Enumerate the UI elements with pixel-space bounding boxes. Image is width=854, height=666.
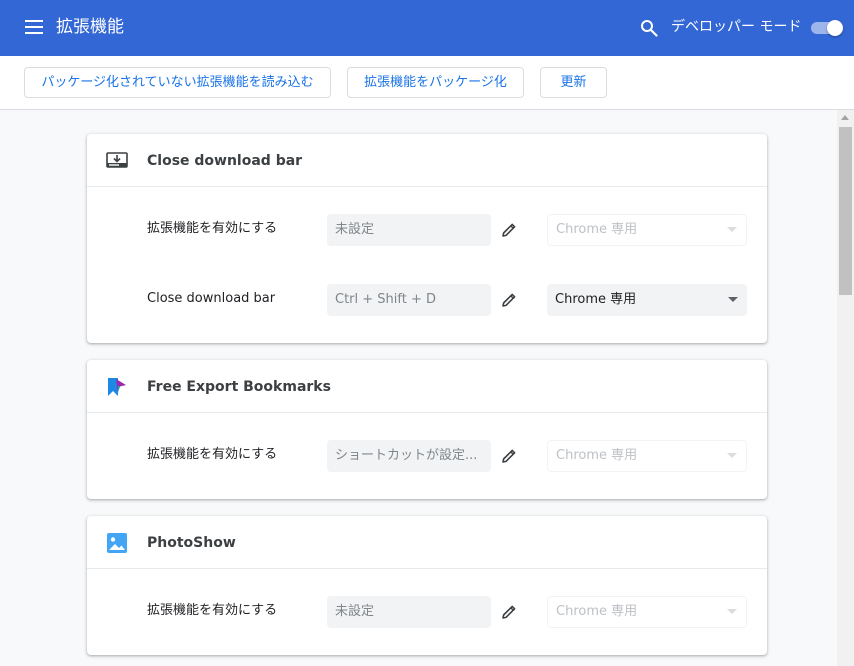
search-icon[interactable] [640, 19, 658, 37]
scope-value: Chrome 専用 [556, 448, 638, 463]
pack-extension-button[interactable]: 拡張機能をパッケージ化 [347, 67, 524, 98]
app-header: 拡張機能 デベロッパー モード [0, 0, 854, 56]
scope-select[interactable]: Chrome 専用 [547, 284, 747, 316]
scroll-thumb[interactable] [839, 127, 852, 295]
toggle-knob [827, 20, 843, 36]
scope-select: Chrome 専用 [547, 596, 747, 628]
chevron-down-icon [727, 227, 737, 232]
menu-icon[interactable] [25, 20, 43, 34]
shortcut-row: Close download bar Ctrl + Shift + D Chro… [87, 284, 767, 316]
shortcut-input[interactable]: 未設定 [327, 214, 491, 246]
download-bar-icon [106, 152, 128, 168]
edit-pencil-icon[interactable] [500, 221, 518, 239]
shortcut-label: Close download bar [147, 291, 276, 306]
shortcut-label: 拡張機能を有効にする [147, 221, 278, 236]
card-header: Close download bar [87, 134, 767, 187]
load-unpacked-button[interactable]: パッケージ化されていない拡張機能を読み込む [24, 67, 331, 98]
shortcut-label: 拡張機能を有効にする [147, 603, 278, 618]
extension-name: Free Export Bookmarks [147, 379, 331, 395]
shortcut-input[interactable]: ショートカットが設定... [327, 440, 491, 472]
card-header: Free Export Bookmarks [87, 360, 767, 413]
shortcut-row: 拡張機能を有効にする ショートカットが設定... Chrome 専用 [87, 440, 767, 472]
update-button[interactable]: 更新 [540, 67, 607, 98]
extension-card: Close download bar 拡張機能を有効にする 未設定 Chrome… [87, 134, 767, 343]
shortcut-label: 拡張機能を有効にする [147, 447, 278, 462]
developer-toolbar: パッケージ化されていない拡張機能を読み込む 拡張機能をパッケージ化 更新 [0, 56, 854, 110]
page-title: 拡張機能 [56, 17, 124, 37]
chevron-down-icon [727, 609, 737, 614]
scrollbar[interactable] [837, 110, 854, 666]
chevron-down-icon [728, 297, 738, 302]
shortcut-row: 拡張機能を有効にする 未設定 Chrome 専用 [87, 596, 767, 628]
scope-value: Chrome 専用 [555, 292, 637, 307]
scope-value: Chrome 専用 [556, 222, 638, 237]
edit-pencil-icon[interactable] [500, 603, 518, 621]
photo-icon [107, 533, 127, 553]
bookmark-export-icon [108, 378, 126, 396]
developer-mode-label: デベロッパー モード [671, 19, 802, 35]
scroll-up-arrow-icon[interactable] [841, 115, 849, 120]
extension-name: Close download bar [147, 153, 303, 169]
shortcut-input[interactable]: Ctrl + Shift + D [327, 284, 491, 316]
scope-select: Chrome 専用 [547, 440, 747, 472]
developer-mode-toggle[interactable] [811, 20, 843, 36]
edit-pencil-icon[interactable] [500, 447, 518, 465]
scope-value: Chrome 専用 [556, 604, 638, 619]
edit-pencil-icon[interactable] [500, 291, 518, 309]
chevron-down-icon [727, 453, 737, 458]
scope-select: Chrome 専用 [547, 214, 747, 246]
card-header: PhotoShow [87, 516, 767, 569]
extension-card: PhotoShow 拡張機能を有効にする 未設定 Chrome 専用 [87, 516, 767, 655]
extension-card: Free Export Bookmarks 拡張機能を有効にする ショートカット… [87, 360, 767, 499]
shortcut-row: 拡張機能を有効にする 未設定 Chrome 専用 [87, 214, 767, 246]
shortcut-input[interactable]: 未設定 [327, 596, 491, 628]
extension-name: PhotoShow [147, 535, 236, 551]
